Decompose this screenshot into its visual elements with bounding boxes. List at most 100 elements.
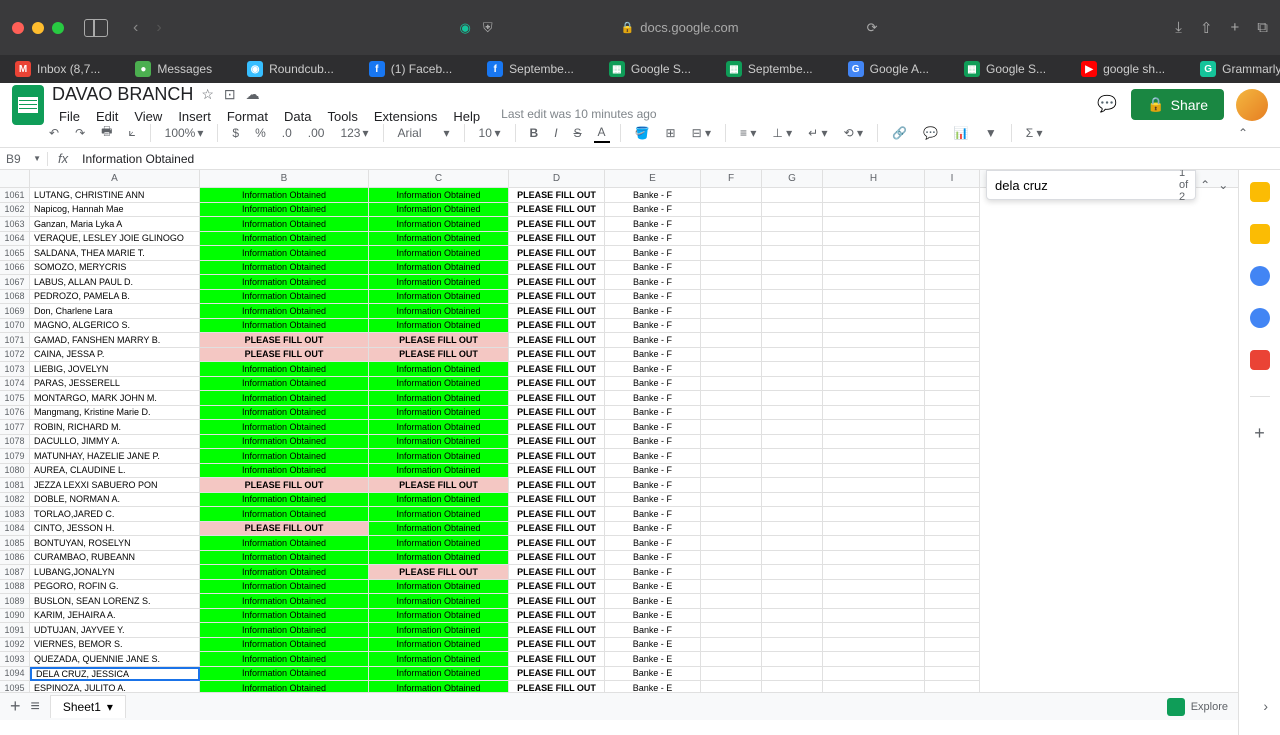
row-header[interactable]: 1064 — [0, 232, 30, 247]
cell[interactable]: Information Obtained — [200, 362, 369, 377]
row-header[interactable]: 1072 — [0, 348, 30, 363]
increase-decimal-button[interactable]: .00 — [304, 124, 329, 142]
cell[interactable] — [823, 290, 925, 305]
cell[interactable] — [762, 435, 823, 450]
cell[interactable]: PLEASE FILL OUT — [509, 551, 605, 566]
cell[interactable] — [823, 449, 925, 464]
cell[interactable] — [823, 319, 925, 334]
cell[interactable] — [925, 536, 980, 551]
cell[interactable]: Banke - F — [605, 522, 701, 537]
sheets-logo-icon[interactable] — [12, 85, 44, 125]
cell[interactable] — [762, 536, 823, 551]
cell[interactable]: Information Obtained — [200, 275, 369, 290]
cell[interactable]: Banke - F — [605, 304, 701, 319]
cell[interactable]: Information Obtained — [369, 203, 509, 218]
cell[interactable]: GAMAD, FANSHEN MARRY B. — [30, 333, 200, 348]
fill-color-button[interactable]: 🪣 — [631, 124, 654, 142]
cell[interactable] — [701, 290, 762, 305]
find-input[interactable] — [995, 178, 1171, 193]
forward-button[interactable]: › — [156, 19, 161, 37]
cell[interactable]: Information Obtained — [369, 551, 509, 566]
cell[interactable] — [762, 406, 823, 421]
cell[interactable]: BUSLON, SEAN LORENZ S. — [30, 594, 200, 609]
row-header[interactable]: 1089 — [0, 594, 30, 609]
cell[interactable]: PLEASE FILL OUT — [509, 261, 605, 276]
text-color-button[interactable]: A — [594, 123, 610, 143]
cell[interactable]: CURAMBAO, RUBEANN — [30, 551, 200, 566]
cell[interactable]: Information Obtained — [200, 623, 369, 638]
share-button[interactable]: 🔒 Share — [1131, 89, 1224, 120]
row-header[interactable]: 1074 — [0, 377, 30, 392]
cell[interactable] — [925, 652, 980, 667]
font-select[interactable]: Arial ▾ — [394, 124, 454, 142]
cell[interactable]: Information Obtained — [369, 188, 509, 203]
cell[interactable] — [701, 217, 762, 232]
row-header[interactable]: 1091 — [0, 623, 30, 638]
cell[interactable]: Banke - F — [605, 377, 701, 392]
cell[interactable]: Information Obtained — [369, 304, 509, 319]
cell[interactable]: Information Obtained — [369, 290, 509, 305]
cell[interactable]: Information Obtained — [369, 420, 509, 435]
cell[interactable]: Information Obtained — [200, 594, 369, 609]
cell[interactable]: PLEASE FILL OUT — [509, 638, 605, 653]
comments-icon[interactable]: 💬 — [1097, 94, 1119, 116]
browser-tab[interactable]: MInbox (8,7... — [15, 61, 100, 77]
cell[interactable] — [701, 319, 762, 334]
cell[interactable] — [925, 609, 980, 624]
cell[interactable]: PLEASE FILL OUT — [509, 536, 605, 551]
cell[interactable]: PLEASE FILL OUT — [509, 203, 605, 218]
cell[interactable]: PLEASE FILL OUT — [509, 667, 605, 682]
cell[interactable] — [701, 406, 762, 421]
cell[interactable] — [701, 246, 762, 261]
cell[interactable]: PLEASE FILL OUT — [369, 333, 509, 348]
cell[interactable] — [701, 609, 762, 624]
spreadsheet-grid[interactable]: A B C D E F G H I 1061 LUTANG, CHRISTINE… — [0, 170, 1238, 735]
cell[interactable]: Information Obtained — [200, 188, 369, 203]
formula-bar[interactable]: Information Obtained — [78, 152, 198, 166]
cell[interactable]: Banke - F — [605, 290, 701, 305]
cell[interactable] — [701, 478, 762, 493]
cell[interactable]: Information Obtained — [200, 609, 369, 624]
cell[interactable]: PLEASE FILL OUT — [509, 449, 605, 464]
cell[interactable]: Banke - F — [605, 464, 701, 479]
h-align-button[interactable]: ≡ ▾ — [736, 124, 760, 142]
cell[interactable]: Banke - F — [605, 217, 701, 232]
cell[interactable] — [701, 232, 762, 247]
add-addon-button[interactable]: + — [1254, 423, 1265, 444]
cell[interactable] — [925, 594, 980, 609]
row-header[interactable]: 1071 — [0, 333, 30, 348]
cell[interactable] — [823, 580, 925, 595]
star-icon[interactable]: ☆ — [201, 86, 214, 103]
cell[interactable]: UDTUJAN, JAYVEE Y. — [30, 623, 200, 638]
cell[interactable] — [823, 275, 925, 290]
cell[interactable]: Banke - F — [605, 420, 701, 435]
cell[interactable] — [925, 391, 980, 406]
cell[interactable] — [925, 667, 980, 682]
cell[interactable]: Banke - F — [605, 551, 701, 566]
cell[interactable]: Banke - F — [605, 232, 701, 247]
decrease-decimal-button[interactable]: .0 — [278, 124, 296, 142]
minimize-window[interactable] — [32, 22, 44, 34]
cell[interactable]: Information Obtained — [200, 667, 369, 682]
tasks-icon[interactable] — [1250, 266, 1270, 286]
cell[interactable]: AUREA, CLAUDINE L. — [30, 464, 200, 479]
cell[interactable]: Information Obtained — [200, 551, 369, 566]
cell[interactable]: Information Obtained — [369, 594, 509, 609]
cell[interactable] — [823, 623, 925, 638]
cell[interactable]: Banke - E — [605, 609, 701, 624]
doc-title[interactable]: DAVAO BRANCH — [52, 84, 193, 105]
row-header[interactable]: 1066 — [0, 261, 30, 276]
cell[interactable]: PLEASE FILL OUT — [200, 478, 369, 493]
cell[interactable] — [762, 565, 823, 580]
cell[interactable] — [823, 377, 925, 392]
cell[interactable] — [823, 609, 925, 624]
cell[interactable]: TORLAO,JARED C. — [30, 507, 200, 522]
cell[interactable]: MATUNHAY, HAZELIE JANE P. — [30, 449, 200, 464]
cell[interactable]: Information Obtained — [369, 217, 509, 232]
cell[interactable]: PLEASE FILL OUT — [509, 507, 605, 522]
cell[interactable]: Information Obtained — [200, 319, 369, 334]
wrap-button[interactable]: ↵ ▾ — [804, 124, 831, 142]
tabs-icon[interactable]: ⧉ — [1257, 19, 1268, 37]
cell[interactable] — [701, 261, 762, 276]
cell[interactable]: Banke - F — [605, 565, 701, 580]
